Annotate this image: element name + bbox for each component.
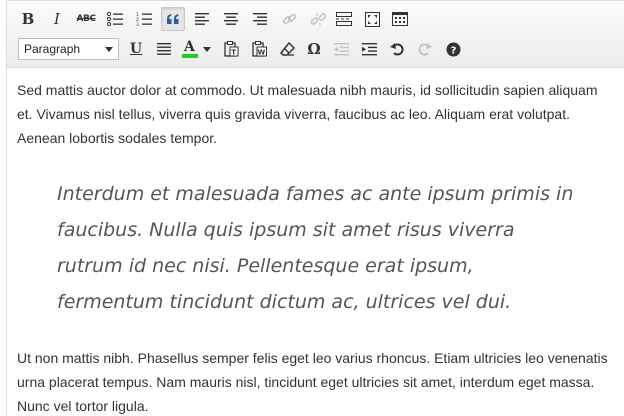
paragraph: Ut non mattis nibh. Phasellus semper fel… [17, 350, 608, 414]
bullet-list-icon [107, 12, 123, 26]
rich-text-editor: B I ABC 1 2 3 Paragraph U A T W Ω ? Sed … [6, 0, 624, 416]
svg-text:W: W [257, 49, 265, 57]
help-icon: ? [446, 42, 460, 56]
blockquote-button[interactable] [161, 7, 185, 31]
paste-word-icon: W [251, 41, 267, 57]
help-button[interactable]: ? [441, 37, 465, 61]
eraser-icon [279, 42, 295, 56]
clear-formatting-button[interactable] [275, 37, 299, 61]
chevron-down-icon [203, 46, 211, 52]
svg-text:T: T [231, 49, 236, 57]
svg-text:3: 3 [136, 22, 139, 26]
numbered-list-button[interactable]: 1 2 3 [132, 7, 156, 31]
outdent-icon [333, 42, 349, 55]
chevron-down-icon [105, 47, 113, 52]
paste-text-button[interactable]: T [219, 37, 243, 61]
text-color-button[interactable]: A [179, 37, 215, 61]
read-more-icon [336, 12, 352, 26]
underline-button[interactable]: U [124, 37, 148, 61]
italic-button[interactable]: I [45, 7, 69, 31]
quote-icon [167, 14, 179, 24]
numbered-list-icon: 1 2 3 [136, 12, 152, 26]
paragraph: Sed mattis auctor dolor at commodo. Ut m… [17, 82, 598, 146]
align-center-button[interactable] [219, 7, 243, 31]
toolbar-row-2: Paragraph U A T W Ω ? [7, 37, 624, 63]
unlink-icon [310, 12, 326, 26]
text-color-icon: A [182, 39, 198, 58]
align-right-icon [253, 13, 267, 25]
paste-text-icon: T [223, 41, 238, 57]
fullscreen-button[interactable] [360, 7, 384, 31]
undo-icon [390, 43, 404, 56]
strikethrough-button[interactable]: ABC [74, 7, 98, 31]
align-right-button[interactable] [248, 7, 272, 31]
kitchen-sink-icon [392, 12, 408, 26]
indent-icon [361, 42, 377, 55]
toolbar-row-1: B I ABC 1 2 3 [7, 7, 624, 33]
remove-link-button[interactable] [306, 7, 330, 31]
svg-text:?: ? [450, 45, 456, 56]
indent-button[interactable] [357, 37, 381, 61]
align-left-icon [195, 13, 209, 25]
bold-button[interactable]: B [16, 7, 40, 31]
editor-content[interactable]: Sed mattis auctor dolor at commodo. Ut m… [7, 68, 624, 416]
toolbar-toggle-button[interactable] [388, 7, 412, 31]
redo-button[interactable] [413, 37, 437, 61]
align-center-icon [224, 13, 238, 25]
special-character-button[interactable]: Ω [302, 37, 326, 61]
text-color-label: A [184, 39, 195, 55]
insert-more-button[interactable] [332, 7, 356, 31]
editor-toolbar: B I ABC 1 2 3 Paragraph U A T W Ω ? [7, 1, 624, 68]
fullscreen-icon [364, 11, 380, 27]
link-icon [282, 13, 296, 24]
blockquote: Interdum et malesuada fames ac ante ipsu… [57, 183, 574, 313]
redo-icon [418, 43, 432, 56]
align-left-button[interactable] [190, 7, 214, 31]
format-select[interactable]: Paragraph [18, 38, 119, 60]
outdent-button[interactable] [329, 37, 353, 61]
paste-word-button[interactable]: W [247, 37, 271, 61]
insert-link-button[interactable] [277, 7, 301, 31]
text-color-swatch [182, 54, 198, 58]
format-select-value: Paragraph [24, 42, 81, 56]
justify-icon [157, 43, 171, 55]
bulleted-list-button[interactable] [103, 7, 127, 31]
undo-button[interactable] [385, 37, 409, 61]
justify-button[interactable] [152, 37, 176, 61]
